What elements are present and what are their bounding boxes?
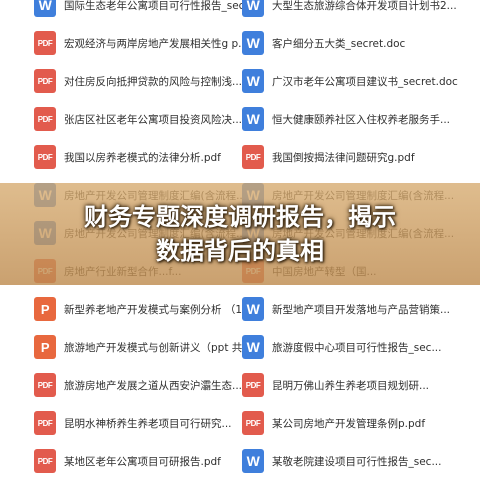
word-file-icon: W <box>242 297 264 321</box>
file-name[interactable]: 新型地产项目开发落地与产品营销策... <box>272 302 477 317</box>
file-item[interactable]: PDF 对住房反向抵押贷款的风险与控制浅... <box>34 68 242 94</box>
file-name[interactable]: 旅游度假中心项目可行性报告_sec... <box>272 340 477 355</box>
file-name[interactable]: 昆明万佛山养生养老项目规划研... <box>272 378 477 393</box>
file-item[interactable]: PDF 昆明万佛山养生养老项目规划研... <box>242 372 477 398</box>
pdf-file-icon: PDF <box>242 145 264 169</box>
banner-title: 财务专题深度调研报告，揭示 数据背后的真相 <box>0 200 480 268</box>
file-item[interactable]: W 客户细分五大类_secret.doc <box>242 30 477 56</box>
word-file-icon: W <box>242 107 264 131</box>
word-file-icon: W <box>242 0 264 17</box>
file-item[interactable]: W 恒大健康颐养社区入住权养老服务手... <box>242 106 477 132</box>
file-name[interactable]: 旅游地产开发模式与创新讲义（ppt 共... <box>64 340 242 355</box>
word-file-icon: W <box>242 449 264 473</box>
file-name[interactable]: 我国倒按揭法律问题研究g.pdf <box>272 150 477 165</box>
pdf-file-icon: PDF <box>34 411 56 435</box>
pdf-file-icon: PDF <box>242 411 264 435</box>
file-item[interactable]: W 旅游度假中心项目可行性报告_sec... <box>242 334 477 360</box>
file-item[interactable]: W 大型生态旅游综合体开发项目计划书2... <box>242 0 477 18</box>
file-name[interactable]: 国际生态老年公寓项目可行性报告_sec... <box>64 0 242 13</box>
file-name[interactable]: 旅游房地产发展之道从西安沪灞生态... <box>64 378 242 393</box>
file-item[interactable]: P 新型养老地产开发模式与案例分析 （1... <box>34 296 242 322</box>
banner-title-line-2: 数据背后的真相 <box>156 237 324 265</box>
pdf-file-icon: PDF <box>34 373 56 397</box>
file-item[interactable]: PDF 昆明水神桥养生养老项目可行研究... <box>34 410 242 436</box>
ppt-file-icon: P <box>34 335 56 359</box>
file-name[interactable]: 广汉市老年公寓项目建议书_secret.doc <box>272 74 477 89</box>
file-name[interactable]: 客户细分五大类_secret.doc <box>272 36 477 51</box>
file-item[interactable]: PDF 我国以房养老模式的法律分析.pdf <box>34 144 242 170</box>
file-item[interactable]: PDF 某地区老年公寓项目可研报告.pdf <box>34 448 242 474</box>
file-item[interactable]: PDF 我国倒按揭法律问题研究g.pdf <box>242 144 477 170</box>
file-name[interactable]: 宏观经济与两岸房地产发展相关性g p... <box>64 36 242 51</box>
file-name[interactable]: 某公司房地产开发管理条例p.pdf <box>272 416 477 431</box>
pdf-file-icon: PDF <box>34 107 56 131</box>
file-name[interactable]: 对住房反向抵押贷款的风险与控制浅... <box>64 74 242 89</box>
pdf-file-icon: PDF <box>34 145 56 169</box>
file-item[interactable]: PDF 旅游房地产发展之道从西安沪灞生态... <box>34 372 242 398</box>
file-item[interactable]: W 广汉市老年公寓项目建议书_secret.doc <box>242 68 477 94</box>
file-name[interactable]: 大型生态旅游综合体开发项目计划书2... <box>272 0 477 13</box>
file-name[interactable]: 我国以房养老模式的法律分析.pdf <box>64 150 242 165</box>
file-name[interactable]: 某敬老院建设项目可行性报告_sec... <box>272 454 477 469</box>
file-item[interactable]: W 新型地产项目开发落地与产品营销策... <box>242 296 477 322</box>
ppt-file-icon: P <box>34 297 56 321</box>
file-name[interactable]: 张店区社区老年公寓项目投资风险决... <box>64 112 242 127</box>
file-item[interactable]: PDF 张店区社区老年公寓项目投资风险决... <box>34 106 242 132</box>
file-item[interactable]: PDF 某公司房地产开发管理条例p.pdf <box>242 410 477 436</box>
file-name[interactable]: 新型养老地产开发模式与案例分析 （1... <box>64 302 242 317</box>
file-item[interactable]: W 国际生态老年公寓项目可行性报告_sec... <box>34 0 242 18</box>
pdf-file-icon: PDF <box>242 373 264 397</box>
pdf-file-icon: PDF <box>34 31 56 55</box>
banner-title-line-1: 财务专题深度调研报告，揭示 <box>84 203 396 231</box>
word-file-icon: W <box>34 0 56 17</box>
word-file-icon: W <box>242 335 264 359</box>
pdf-file-icon: PDF <box>34 449 56 473</box>
file-name[interactable]: 昆明水神桥养生养老项目可行研究... <box>64 416 242 431</box>
word-file-icon: W <box>242 69 264 93</box>
pdf-file-icon: PDF <box>34 69 56 93</box>
word-file-icon: W <box>242 31 264 55</box>
file-name[interactable]: 恒大健康颐养社区入住权养老服务手... <box>272 112 477 127</box>
file-name[interactable]: 某地区老年公寓项目可研报告.pdf <box>64 454 242 469</box>
file-item[interactable]: P 旅游地产开发模式与创新讲义（ppt 共... <box>34 334 242 360</box>
file-item[interactable]: PDF 宏观经济与两岸房地产发展相关性g p... <box>34 30 242 56</box>
file-item[interactable]: W 某敬老院建设项目可行性报告_sec... <box>242 448 477 474</box>
